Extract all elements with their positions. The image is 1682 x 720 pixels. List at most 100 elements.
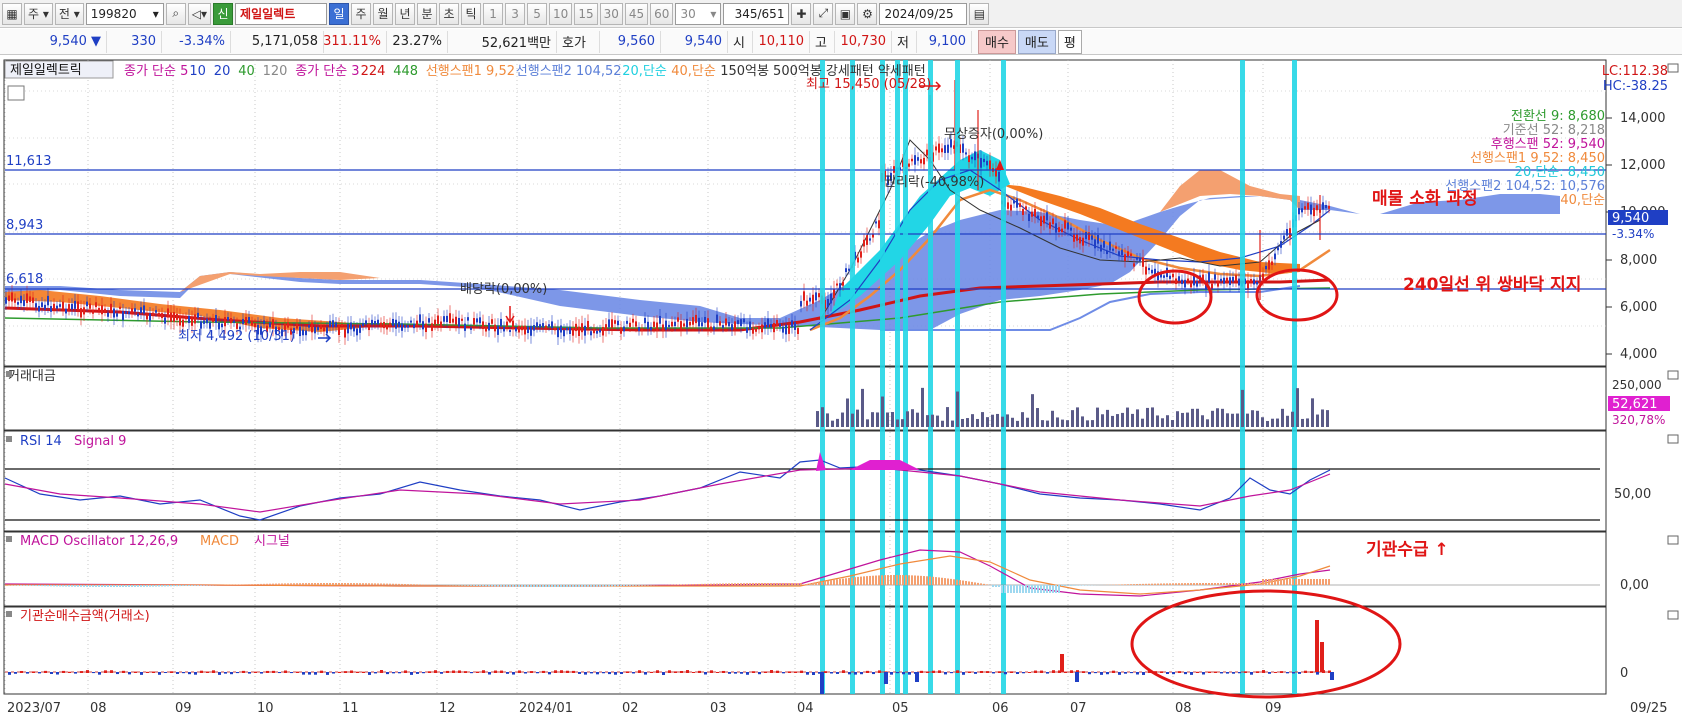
panel-handle-icon[interactable] <box>6 436 12 442</box>
legend-item[interactable]: 120 <box>263 64 288 79</box>
macd-hist-bar <box>1319 579 1321 585</box>
prev-button[interactable]: 전 ▾ <box>54 2 84 25</box>
macd-hist-bar <box>146 585 148 587</box>
interval-45[interactable]: 45 <box>624 2 649 25</box>
legend-item[interactable]: 선행스팬2 104,52 <box>516 63 622 79</box>
sell-button[interactable]: 매도 <box>1017 29 1056 54</box>
macd-hist-bar <box>617 585 619 587</box>
panel-close-icon[interactable] <box>1667 434 1679 444</box>
interval-60[interactable]: 60 <box>650 2 674 25</box>
inst-bar <box>110 670 113 673</box>
volume-bar <box>971 414 974 427</box>
candle-body <box>1136 257 1138 260</box>
inst-bar <box>752 671 755 673</box>
search-icon[interactable]: ⌕ <box>165 2 186 25</box>
legend-item[interactable]: 종가 단순 3 <box>295 64 359 79</box>
panel-handle-icon[interactable] <box>6 536 12 542</box>
interval-30[interactable]: 30 <box>599 2 623 25</box>
legend-item[interactable]: 20 <box>214 64 231 79</box>
period-tab-minute[interactable]: 분 <box>417 2 438 25</box>
cyan-marker-bar <box>928 60 933 694</box>
interval-15[interactable]: 15 <box>574 2 598 25</box>
volume-bar <box>1006 414 1009 427</box>
volume-panel-title: 거래대금 <box>8 369 56 384</box>
inst-bar <box>44 670 47 673</box>
period-tab-month[interactable]: 월 <box>373 2 394 25</box>
legend-item[interactable]: 448 <box>393 64 418 79</box>
macd-hist-bar <box>419 584 421 585</box>
stock-name-field[interactable]: 제일일렉트 <box>235 2 328 25</box>
candle-body <box>569 326 571 334</box>
volume-bar <box>926 415 929 427</box>
gear-icon[interactable]: ⚙ <box>857 2 878 25</box>
interval-5[interactable]: 5 <box>527 2 548 25</box>
candle-body <box>1139 257 1141 262</box>
interval-3[interactable]: 3 <box>505 2 526 25</box>
period-tab-year[interactable]: 년 <box>395 2 416 25</box>
legend-item[interactable]: 20,단순 <box>622 64 667 79</box>
panel-handle-icon[interactable] <box>6 611 12 617</box>
panel-close-icon[interactable] <box>1667 370 1679 380</box>
panel-close-icon[interactable] <box>1667 63 1679 73</box>
candle-body <box>1091 235 1093 240</box>
panel-handle-icon[interactable] <box>6 371 12 377</box>
candle-body <box>1019 203 1021 207</box>
macd-hist-bar <box>920 575 922 585</box>
candle-body <box>983 158 985 163</box>
candle-body <box>686 318 688 328</box>
inst-bar <box>644 672 647 675</box>
count-field[interactable]: 345/651 <box>723 2 790 25</box>
interval-select[interactable]: 30 ▾ <box>675 2 722 25</box>
stock-chart[interactable]: 11,613 8,943 6,618 매물 소화 과정 240일선 위 쌍바닥 … <box>0 56 1682 720</box>
macd-hist-bar <box>23 585 25 586</box>
macd-hist-bar <box>1307 579 1309 585</box>
legend-item[interactable]: 10 <box>189 64 206 79</box>
candle-body <box>251 321 253 326</box>
candle-body <box>623 326 625 332</box>
period-tab-day[interactable]: 일 <box>329 2 350 25</box>
legend-item[interactable]: 종가 단순 5 <box>124 64 188 79</box>
line-tool-icon[interactable]: ⤢ <box>813 2 834 25</box>
macd-hist-bar <box>458 585 460 586</box>
balance-button[interactable]: 평 <box>1057 29 1082 54</box>
macd-hist-bar <box>263 583 265 585</box>
date-field[interactable]: 2024/09/25 <box>879 2 968 25</box>
inst-spike-bar <box>1320 642 1324 672</box>
panel-close-icon[interactable] <box>1667 610 1679 620</box>
interval-1[interactable]: 1 <box>483 2 504 25</box>
inst-bar <box>770 670 773 673</box>
legend-item[interactable]: 40,단순 <box>671 64 716 79</box>
market-select[interactable]: 주 ▾ <box>24 2 53 25</box>
volume-bar <box>1021 412 1024 427</box>
inst-bar <box>14 672 17 674</box>
chart-settings-icon[interactable]: ▦ <box>2 2 22 25</box>
candle-body <box>698 317 700 327</box>
chevron-down-icon[interactable]: ▾ <box>153 7 159 21</box>
save-icon[interactable]: ▣ <box>835 2 856 25</box>
stock-code-input[interactable]: 199820 ▾ <box>85 2 164 25</box>
legend-item[interactable]: 40 <box>238 64 255 79</box>
panel-close-icon[interactable] <box>1667 535 1679 545</box>
interval-10[interactable]: 10 <box>549 2 573 25</box>
macd-hist-bar <box>875 575 877 585</box>
new-badge[interactable]: 신 <box>213 2 234 25</box>
period-tab-second[interactable]: 초 <box>439 2 460 25</box>
candle-body <box>629 322 631 327</box>
crosshair-icon[interactable]: ✚ <box>791 2 812 25</box>
calendar-icon[interactable]: ▤ <box>969 2 990 25</box>
legend-item[interactable]: 224 <box>361 64 386 79</box>
speaker-icon[interactable]: ◁▾ <box>187 2 212 25</box>
period-tab-week[interactable]: 주 <box>351 2 372 25</box>
candle-body <box>422 321 424 330</box>
table-icon[interactable] <box>7 85 25 101</box>
period-tab-tick[interactable]: 틱 <box>461 2 482 25</box>
inst-bar <box>734 672 737 674</box>
candle-body <box>1127 251 1129 257</box>
buy-button[interactable]: 매수 <box>978 29 1016 54</box>
legend-item[interactable]: 150억봉 500억봉 강세패턴 약세패턴 <box>720 64 926 79</box>
candle-body <box>335 322 337 327</box>
legend-item[interactable]: 선행스팬1 9,52 <box>426 63 515 79</box>
candle-body <box>668 324 670 328</box>
macd-hist-bar <box>770 583 772 585</box>
macd-hist-bar <box>683 584 685 585</box>
